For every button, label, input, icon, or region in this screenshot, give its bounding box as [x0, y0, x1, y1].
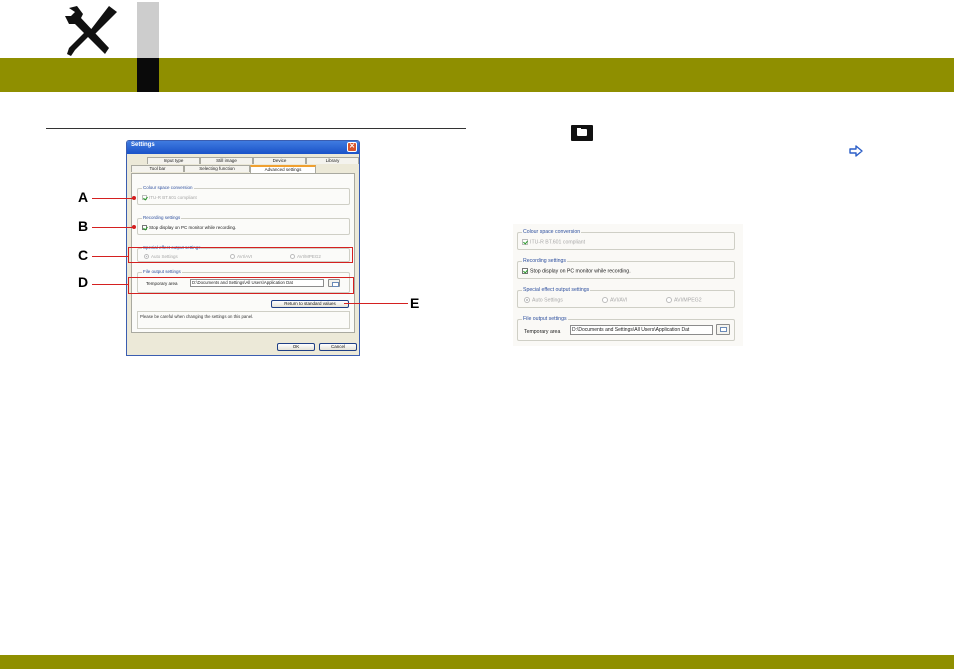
section-divider: [46, 128, 466, 129]
zoom-colour-group: Colour space conversion ITU-R BT.601 com…: [517, 229, 735, 250]
colour-space-group: Colour space conversion ITU-R BT.601 com…: [137, 185, 350, 205]
group-title: File output settings: [522, 316, 568, 322]
group-title: Recording settings: [522, 258, 567, 264]
folder-icon: [716, 324, 730, 335]
zoom-special-group: Special effect output settings Auto Sett…: [517, 287, 735, 308]
zoom-radio-avi-mpeg2: AVI/MPEG2: [666, 297, 702, 303]
tab-row-top: Input type Still image Device Library: [147, 157, 359, 164]
callout-d-line: [92, 284, 128, 285]
tab-device[interactable]: Device: [253, 157, 306, 164]
tab-input-type[interactable]: Input type: [147, 157, 200, 164]
callout-d: D: [78, 274, 89, 290]
stop-display-checkbox-row[interactable]: Stop display on PC monitor while recordi…: [142, 225, 236, 231]
itu-checkbox: [522, 239, 528, 245]
folder-icon: [571, 125, 593, 141]
footer-band: [0, 655, 954, 669]
callout-b-line: [92, 227, 134, 228]
ok-button[interactable]: OK: [277, 343, 315, 351]
group-title: Special effect output settings: [522, 287, 591, 293]
radio-button: [602, 297, 608, 303]
radio-button: [524, 297, 530, 303]
group-title: Colour space conversion: [142, 185, 194, 190]
itu-checkbox[interactable]: [142, 195, 147, 201]
highlight-box-d: [128, 277, 354, 294]
callout-e-line: [344, 303, 408, 304]
radio-button: [666, 297, 672, 303]
return-to-standard-button[interactable]: Return to standard values: [271, 300, 349, 308]
callout-c: C: [78, 247, 89, 263]
header-gray-strip: [137, 2, 159, 58]
tab-selecting-function[interactable]: Selecting function: [184, 165, 250, 172]
callout-b-dot: [132, 225, 136, 229]
tab-tool-bar[interactable]: Tool bar: [131, 165, 184, 172]
group-title: Recording settings: [142, 215, 182, 220]
callout-a: A: [78, 189, 89, 205]
stop-display-checkbox[interactable]: [142, 225, 147, 231]
close-icon[interactable]: ✕: [347, 142, 357, 152]
callout-a-line: [92, 198, 134, 199]
settings-zoom-excerpt: Colour space conversion ITU-R BT.601 com…: [513, 224, 743, 346]
group-title: Colour space conversion: [522, 229, 582, 235]
zoom-temporary-area-input: D:\Documents and Settings\All Users\Appl…: [570, 325, 713, 335]
description-box: Please be careful when changing the sett…: [137, 311, 350, 329]
callout-c-line: [92, 256, 128, 257]
dialog-title: Settings: [131, 142, 155, 148]
highlight-box-c: [128, 247, 353, 263]
zoom-temporary-area-label: Temporary area: [524, 329, 561, 335]
tab-row-bottom: Tool bar Selecting function Advanced set…: [131, 165, 316, 173]
itu-checkbox-row[interactable]: ITU-R BT.601 compliant: [142, 195, 197, 201]
zoom-recording-group: Recording settings Stop display on PC mo…: [517, 258, 735, 279]
dialog-titlebar[interactable]: Settings ✕: [127, 141, 359, 154]
header-black-strip: [137, 58, 159, 92]
tab-advanced-settings[interactable]: Advanced settings: [250, 165, 316, 173]
zoom-itu-row: ITU-R BT.601 compliant: [522, 239, 585, 245]
tools-icon: [65, 6, 117, 56]
callout-e: E: [410, 295, 420, 311]
zoom-radio-auto: Auto Settings: [524, 297, 563, 303]
stop-display-checkbox: [522, 268, 528, 274]
callout-a-dot: [132, 196, 136, 200]
group-title: File output settings: [142, 269, 182, 274]
zoom-stop-display-row: Stop display on PC monitor while recordi…: [522, 268, 631, 274]
zoom-file-group: File output settings Temporary area D:\D…: [517, 316, 735, 341]
tab-library[interactable]: Library: [306, 157, 359, 164]
tab-still-image[interactable]: Still image: [200, 157, 253, 164]
zoom-radio-avi-avi: AVI/AVI: [602, 297, 627, 303]
cancel-button[interactable]: Cancel: [319, 343, 357, 351]
recording-settings-group: Recording settings Stop display on PC mo…: [137, 215, 350, 235]
callout-b: B: [78, 218, 89, 234]
arrow-right-icon: [849, 145, 863, 157]
